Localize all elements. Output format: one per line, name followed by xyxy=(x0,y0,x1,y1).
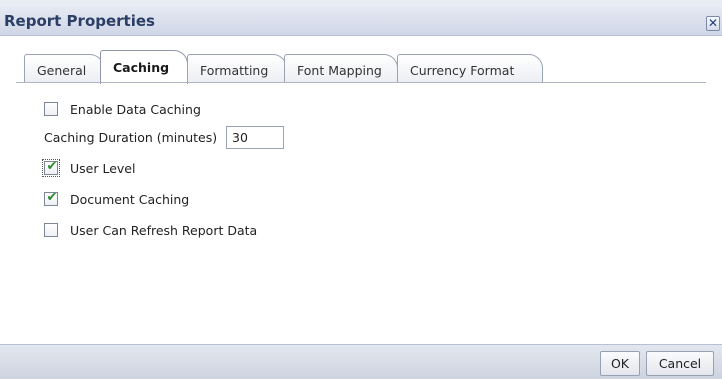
enable-data-caching-row: Enable Data Caching xyxy=(44,100,201,118)
ok-button[interactable]: OK xyxy=(600,351,640,376)
enable-data-caching-checkbox[interactable] xyxy=(44,102,58,116)
user-level-label: User Level xyxy=(70,160,136,176)
tab-currency-format[interactable]: Currency Format xyxy=(397,54,543,83)
tab-strip: General Caching Formatting Font Mapping … xyxy=(0,50,722,84)
dialog-footer: OK Cancel xyxy=(0,344,722,379)
tab-caching[interactable]: Caching xyxy=(100,50,188,84)
tab-general[interactable]: General xyxy=(24,54,104,83)
report-properties-dialog: Report Properties ✕ General Caching Form… xyxy=(0,0,722,379)
tab-divider xyxy=(16,82,706,83)
user-can-refresh-row: User Can Refresh Report Data xyxy=(44,221,257,239)
document-caching-label: Document Caching xyxy=(70,191,190,207)
user-can-refresh-checkbox[interactable] xyxy=(44,223,58,237)
checkmark-icon: ✔ xyxy=(46,159,58,174)
tab-formatting[interactable]: Formatting xyxy=(187,54,287,83)
user-can-refresh-label: User Can Refresh Report Data xyxy=(70,222,258,238)
checkmark-icon: ✔ xyxy=(46,190,58,205)
caching-duration-label: Caching Duration (minutes) xyxy=(44,130,218,145)
caching-duration-input[interactable] xyxy=(226,126,284,149)
user-level-row: ✔ User Level xyxy=(42,159,136,177)
title-bar: Report Properties ✕ xyxy=(0,6,722,36)
document-caching-checkbox[interactable]: ✔ xyxy=(44,190,58,206)
close-icon[interactable]: ✕ xyxy=(706,16,720,31)
document-caching-row: ✔ Document Caching xyxy=(44,190,189,208)
tab-font-mapping[interactable]: Font Mapping xyxy=(284,54,398,83)
user-level-checkbox[interactable]: ✔ xyxy=(42,159,60,177)
enable-data-caching-label: Enable Data Caching xyxy=(70,101,201,117)
dialog-title: Report Properties xyxy=(4,12,155,30)
cancel-button[interactable]: Cancel xyxy=(646,351,714,376)
